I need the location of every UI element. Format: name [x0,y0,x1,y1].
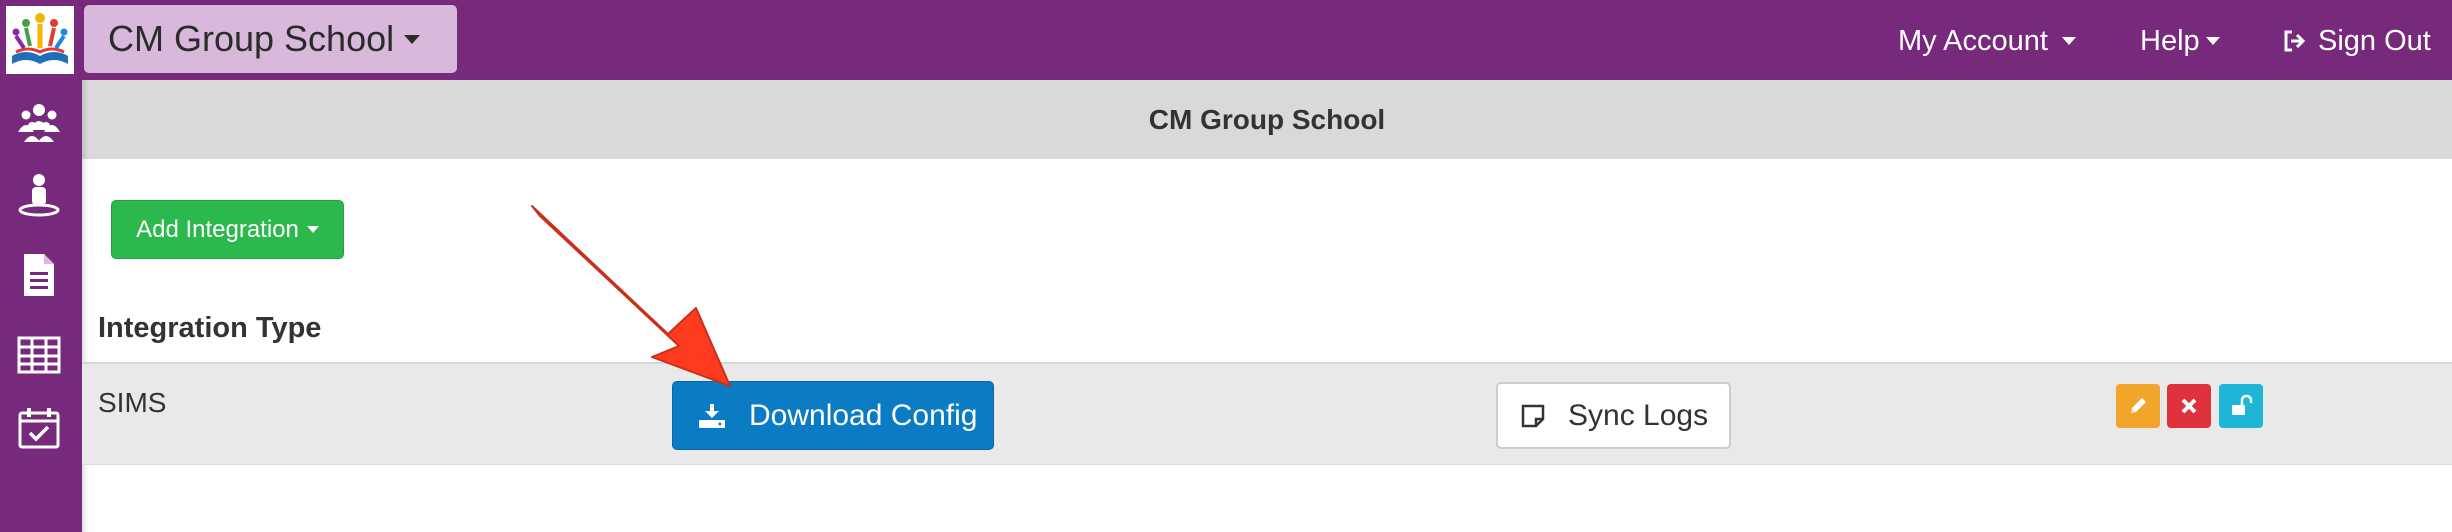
my-account-label: My Account [1898,24,2048,57]
chevron-down-icon [404,34,421,44]
table-row-divider [82,464,2452,465]
red-arrow-icon [531,205,731,387]
calendar-check-icon[interactable] [16,405,62,451]
chevron-down-icon [2205,37,2220,45]
download-config-label: Download Config [749,398,978,432]
note-icon [1521,404,1545,427]
download-icon [699,403,725,428]
page-title-bar: CM Group School [82,80,2452,159]
add-integration-button[interactable]: Add Integration [111,200,344,259]
unlock-button[interactable] [2219,384,2263,428]
add-integration-label: Add Integration [136,215,299,243]
sign-out-link[interactable]: Sign Out [2282,20,2431,62]
my-account-menu[interactable]: My Account [1898,20,2076,62]
integration-type-cell: SIMS [98,387,167,418]
pencil-icon [2131,398,2146,413]
sync-logs-label: Sync Logs [1568,398,1709,432]
table-row [82,364,2452,464]
school-logo[interactable] [6,6,74,74]
chevron-down-icon [2061,37,2076,45]
page-title: CM Group School [1148,103,1386,135]
delete-button[interactable] [2167,384,2211,428]
close-icon [2181,398,2197,414]
sync-logs-button[interactable]: Sync Logs [1496,382,1731,449]
table-icon[interactable] [16,332,62,378]
sign-out-icon [2284,30,2306,52]
help-label: Help [2140,24,2200,57]
sign-out-label: Sign Out [2318,24,2431,57]
school-selector-dropdown[interactable]: CM Group School [84,5,457,73]
help-menu[interactable]: Help [2140,20,2220,62]
logo-icon [12,13,68,64]
chevron-down-icon [306,226,319,233]
document-icon[interactable] [16,252,62,298]
unlock-icon [2232,394,2253,415]
group-icon[interactable] [16,98,62,144]
column-header-integration-type: Integration Type [98,312,322,344]
school-selector-label: CM Group School [108,18,395,59]
top-navbar: CM Group School My Account Help Sign Out [0,0,2452,80]
sidebar [0,80,82,532]
edit-button[interactable] [2116,384,2160,428]
download-config-button[interactable]: Download Config [672,381,994,450]
user-icon[interactable] [16,172,62,218]
